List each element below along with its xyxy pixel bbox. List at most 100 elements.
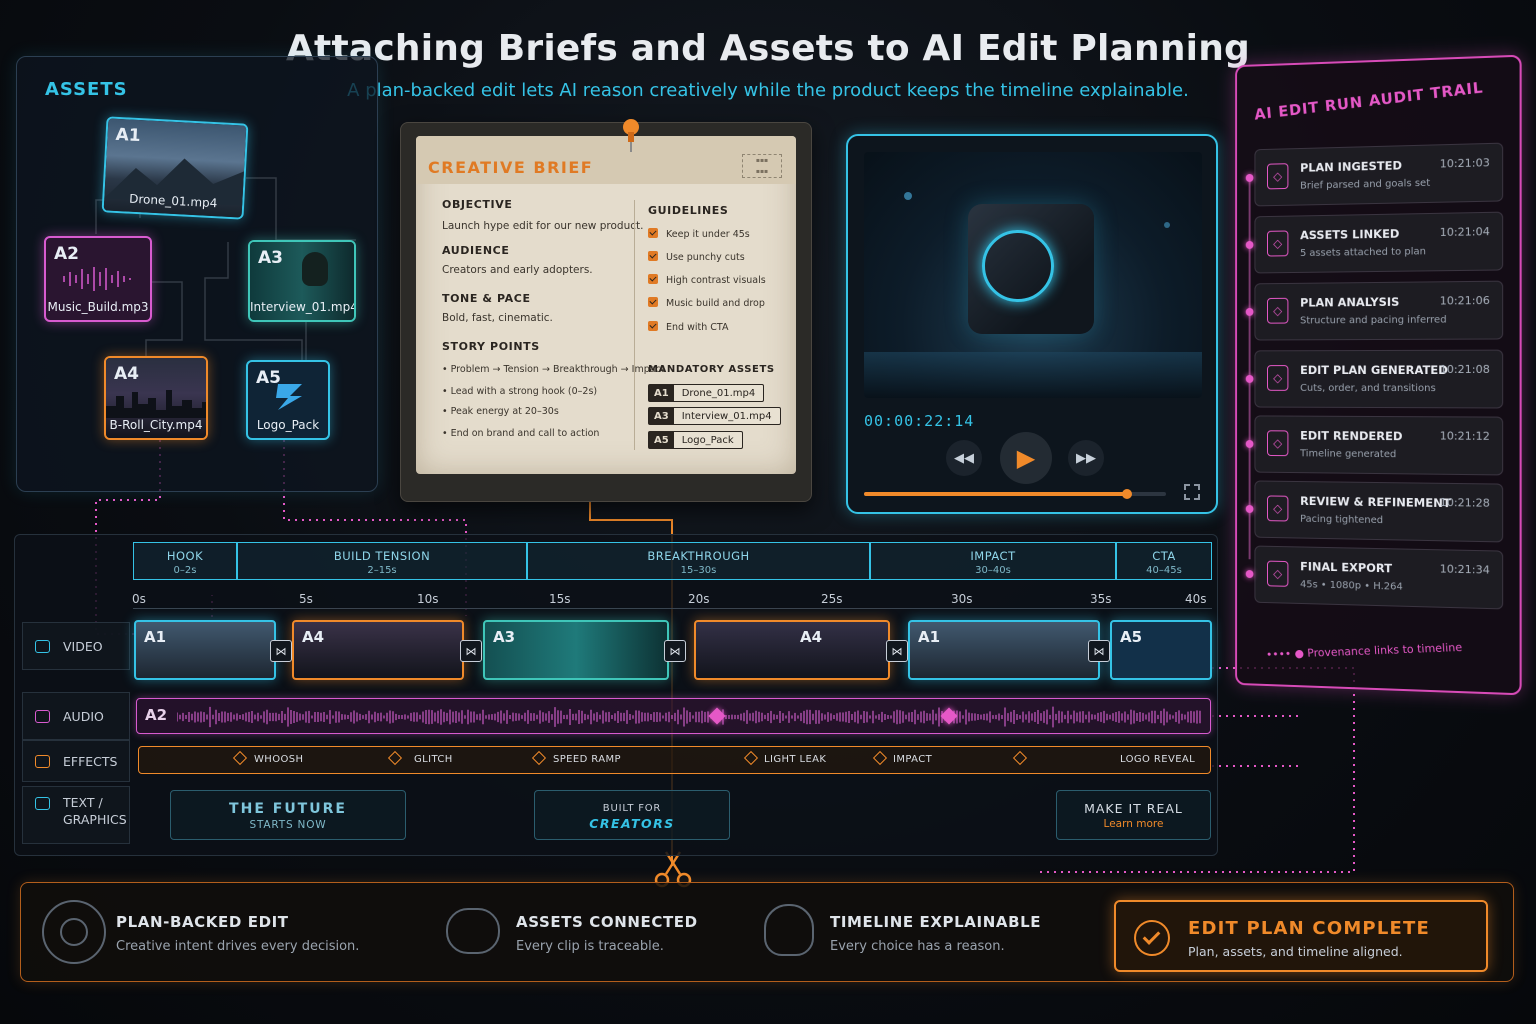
fast-forward-button[interactable]: ▶▶ xyxy=(1068,440,1104,476)
step-icon: ◇ xyxy=(1267,230,1288,256)
graphic-clip[interactable]: THE FUTURE STARTS NOW xyxy=(170,790,406,840)
story-point: • Problem → Tension → Breakthrough → Imp… xyxy=(442,364,665,375)
audit-step-name: EDIT RENDERED xyxy=(1300,429,1402,444)
video-clip-a1-2[interactable]: A1 xyxy=(908,620,1100,680)
objective-text: Launch hype edit for our new product. xyxy=(442,220,643,232)
audit-step-desc: Pacing tightened xyxy=(1300,514,1383,526)
rewind-button[interactable]: ◀◀ xyxy=(946,440,982,476)
clip-tag: A2 xyxy=(145,706,167,724)
play-icon: ▶ xyxy=(1017,444,1035,472)
segment-impact[interactable]: IMPACT 30–40s xyxy=(870,542,1116,580)
audit-connector xyxy=(1249,175,1251,559)
asset-card-a3[interactable]: A3 Interview_01.mp4 xyxy=(248,240,356,322)
link-icon xyxy=(446,908,500,954)
audit-item[interactable]: ◇ ASSETS LINKED 5 assets attached to plan 1… xyxy=(1254,212,1503,274)
asset-card-a2[interactable]: A2 Music_Build.mp3 xyxy=(44,236,152,322)
audit-item[interactable]: ◇ EDIT RENDERED Timeline generated 10:21:12 xyxy=(1254,415,1503,475)
tone-text: Bold, fast, cinematic. xyxy=(442,312,553,324)
checkbox-icon xyxy=(648,228,658,238)
fast-forward-icon: ▶▶ xyxy=(1076,451,1096,466)
transition-icon[interactable]: ⋈ xyxy=(886,640,908,662)
progress-bar[interactable] xyxy=(864,492,1166,496)
audio-waveform xyxy=(177,699,1207,734)
video-preview[interactable] xyxy=(864,152,1202,398)
asset-card-a4[interactable]: A4 B-Roll_City.mp4 xyxy=(104,356,208,440)
mandatory-name: Drone_01.mp4 xyxy=(674,388,764,399)
effect-label: LOGO REVEAL xyxy=(1120,754,1195,765)
audit-step-time: 10:21:34 xyxy=(1440,562,1490,576)
audit-dot xyxy=(1246,570,1254,578)
track-label-audio[interactable]: AUDIO xyxy=(22,692,130,740)
fullscreen-icon[interactable] xyxy=(1184,484,1200,500)
mandatory-tag: A5 xyxy=(649,432,674,448)
person-silhouette xyxy=(302,252,328,286)
time-tick: 20s xyxy=(688,592,710,606)
audit-item[interactable]: ◇ REVIEW & REFINEMENT Pacing tightened 10:2… xyxy=(1254,480,1503,542)
audit-step-time: 10:21:12 xyxy=(1440,429,1490,442)
video-clip-a4-2[interactable]: A4 xyxy=(694,620,890,680)
audit-step-name: FINAL EXPORT xyxy=(1300,559,1392,575)
video-clip-a3[interactable]: A3 xyxy=(483,620,669,680)
summary-desc: Creative intent drives every decision. xyxy=(116,939,359,954)
status-desc: Plan, assets, and timeline aligned. xyxy=(1188,944,1403,959)
summary-desc: Every choice has a reason. xyxy=(830,939,1005,954)
track-label-graphics[interactable]: TEXT / GRAPHICS xyxy=(22,786,130,844)
asset-card-a1[interactable]: A1 Drone_01.mp4 xyxy=(102,116,249,219)
audit-step-desc: Timeline generated xyxy=(1300,448,1396,460)
audit-step-desc: Structure and pacing inferred xyxy=(1300,315,1447,327)
video-clip-a1[interactable]: A1 xyxy=(134,620,276,680)
audit-dot xyxy=(1246,174,1254,182)
audit-item[interactable]: ◇ FINAL EXPORT 45s • 1080p • H.264 10:21:34 xyxy=(1254,546,1503,610)
objective-label: OBJECTIVE xyxy=(442,198,512,211)
audit-item[interactable]: ◇ PLAN INGESTED Brief parsed and goals set… xyxy=(1254,143,1503,207)
guideline-item: Keep it under 45s xyxy=(648,228,750,240)
track-name: VIDEO xyxy=(63,639,103,654)
graphic-subtitle: STARTS NOW xyxy=(171,819,405,831)
audit-item[interactable]: ◇ PLAN ANALYSIS Structure and pacing infer… xyxy=(1254,281,1503,341)
effect-label: GLITCH xyxy=(414,754,453,765)
transition-icon[interactable]: ⋈ xyxy=(270,640,292,662)
clip-tag: A4 xyxy=(302,628,324,646)
track-label-video[interactable]: VIDEO xyxy=(22,622,130,670)
transition-icon[interactable]: ⋈ xyxy=(664,640,686,662)
graphic-subtitle: CREATORS xyxy=(535,816,729,831)
asset-card-a5[interactable]: A5 Logo_Pack xyxy=(246,360,330,440)
audit-step-time: 10:21:04 xyxy=(1440,225,1490,239)
story-point: • Peak energy at 20–30s xyxy=(442,406,559,417)
segment-breakthrough[interactable]: BREAKTHROUGH 15–30s xyxy=(527,542,870,580)
creative-brief: CREATIVE BRIEF ▪▪▪ ▪▪▪ OBJECTIVE Launch h… xyxy=(416,136,796,474)
bokeh-light xyxy=(904,192,912,200)
segment-range: 2–15s xyxy=(238,565,526,576)
mandatory-asset: A1 Drone_01.mp4 xyxy=(648,384,764,402)
rewind-icon: ◀◀ xyxy=(954,451,974,466)
audit-trail-panel: AI EDIT RUN AUDIT TRAIL ◇ PLAN INGESTED Br… xyxy=(1235,55,1522,696)
brain-icon xyxy=(764,904,814,956)
graphic-clip[interactable]: BUILT FOR CREATORS xyxy=(534,790,730,840)
segment-cta[interactable]: CTA 40–45s xyxy=(1116,542,1212,580)
step-icon: ◇ xyxy=(1267,163,1288,189)
step-icon: ◇ xyxy=(1267,298,1288,324)
video-clip-a4[interactable]: A4 xyxy=(292,620,464,680)
play-button[interactable]: ▶ xyxy=(1000,432,1052,484)
transition-icon[interactable]: ⋈ xyxy=(1088,640,1110,662)
segment-hook[interactable]: HOOK 0–2s xyxy=(133,542,237,580)
asset-tag: A5 xyxy=(256,368,281,388)
audit-item[interactable]: ◇ EDIT PLAN GENERATED Cuts, order, and tra… xyxy=(1254,350,1503,409)
progress-handle[interactable] xyxy=(1122,489,1132,499)
track-label-effects[interactable]: EFFECTS xyxy=(22,740,130,782)
transition-icon[interactable]: ⋈ xyxy=(460,640,482,662)
timecode: 00:00:22:14 xyxy=(864,412,974,430)
bokeh-light xyxy=(1164,222,1170,228)
ruler-line xyxy=(133,608,1212,609)
clip-tag: A3 xyxy=(493,628,515,646)
audio-clip-a2[interactable]: A2 xyxy=(136,698,1211,734)
audit-step-time: 10:21:06 xyxy=(1440,294,1490,308)
video-clip-a5[interactable]: A5 xyxy=(1110,620,1212,680)
video-icon xyxy=(35,640,50,653)
story-label: STORY POINTS xyxy=(442,340,540,353)
effects-icon xyxy=(35,755,50,768)
segment-build-tension[interactable]: BUILD TENSION 2–15s xyxy=(237,542,527,580)
graphic-title: BUILT FOR xyxy=(535,803,729,814)
graphic-clip[interactable]: MAKE IT REAL Learn more xyxy=(1056,790,1211,840)
stamp-icon: ▪▪▪ ▪▪▪ xyxy=(742,154,782,178)
